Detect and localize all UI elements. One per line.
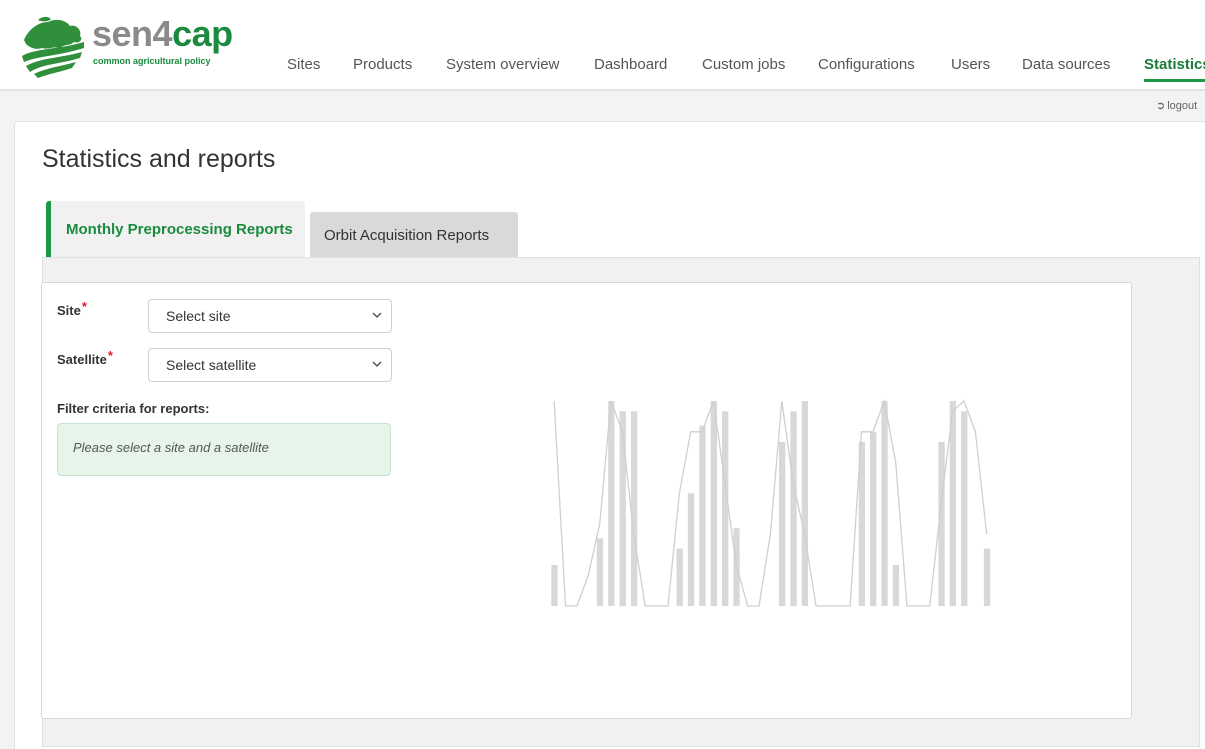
- top-header: sen4cap common agricultural policy Sites…: [0, 0, 1205, 91]
- report-filter-panel: Site* Select site Satellite* Select sate…: [41, 282, 1132, 719]
- chart-bar: [710, 401, 717, 606]
- chart-bar: [983, 548, 991, 606]
- site-select[interactable]: Select site: [148, 299, 392, 333]
- brand-logo[interactable]: sen4cap common agricultural policy: [18, 10, 233, 80]
- site-label: Site*: [57, 299, 87, 318]
- nav-sites[interactable]: Sites: [287, 56, 320, 73]
- site-label-text: Site: [57, 303, 81, 318]
- filter-criteria-title: Filter criteria for reports:: [57, 401, 210, 416]
- required-mark: *: [81, 299, 87, 314]
- chart-bar: [870, 431, 877, 607]
- chart-bar: [722, 411, 729, 607]
- sign-out-icon: ➲: [1156, 100, 1166, 112]
- brand-name-part1: sen4: [92, 13, 173, 54]
- chart-bar: [631, 411, 638, 607]
- nav-custom-jobs[interactable]: Custom jobs: [702, 56, 785, 73]
- chart-bar: [699, 425, 706, 606]
- chart-bar: [608, 401, 615, 606]
- chevron-down-icon: [372, 361, 382, 368]
- nav-data-sources[interactable]: Data sources: [1022, 56, 1110, 73]
- chart-bar: [790, 411, 797, 607]
- main-card: Statistics and reports Monthly Preproces…: [14, 121, 1205, 749]
- chart-bar: [801, 401, 808, 606]
- chart-bar: [779, 442, 786, 606]
- chevron-down-icon: [372, 312, 382, 319]
- satellite-select[interactable]: Select satellite: [148, 348, 392, 382]
- nav-products[interactable]: Products: [353, 56, 412, 73]
- chart-bar: [961, 411, 968, 607]
- chart-bar: [892, 565, 900, 606]
- satellite-select-value: Select satellite: [166, 357, 257, 373]
- nav-configurations[interactable]: Configurations: [818, 56, 915, 73]
- chart-series-line: [553, 398, 988, 607]
- chart-bar: [596, 538, 604, 606]
- select-site-notice: Please select a site and a satellite: [57, 423, 391, 476]
- brand-name-part2: cap: [172, 13, 233, 54]
- chart-bar: [881, 401, 888, 606]
- logout-link[interactable]: ➲ logout: [1156, 99, 1197, 112]
- nav-users[interactable]: Users: [951, 56, 990, 73]
- brand-wordmark: sen4cap: [92, 14, 233, 54]
- chart-bar: [676, 548, 683, 606]
- nav-dashboard[interactable]: Dashboard: [594, 56, 667, 73]
- satellite-label: Satellite*: [57, 348, 113, 367]
- page-title: Statistics and reports: [42, 145, 276, 173]
- chart-bar: [687, 493, 695, 606]
- placeholder-chart: [551, 398, 991, 607]
- site-select-value: Select site: [166, 308, 231, 324]
- nav-system-overview[interactable]: System overview: [446, 56, 559, 73]
- tab-orbit-acquisition-reports[interactable]: Orbit Acquisition Reports: [310, 212, 518, 258]
- brand-tagline: common agricultural policy: [93, 56, 211, 66]
- required-mark: *: [107, 348, 113, 363]
- nav-statistics[interactable]: Statistics: [1144, 56, 1205, 82]
- tab-monthly-preprocessing-reports[interactable]: Monthly Preprocessing Reports: [46, 201, 305, 257]
- logout-label: logout: [1167, 100, 1198, 112]
- chart-bar: [551, 565, 558, 606]
- eu-map-emblem-icon: [19, 12, 85, 78]
- satellite-label-text: Satellite: [57, 352, 107, 367]
